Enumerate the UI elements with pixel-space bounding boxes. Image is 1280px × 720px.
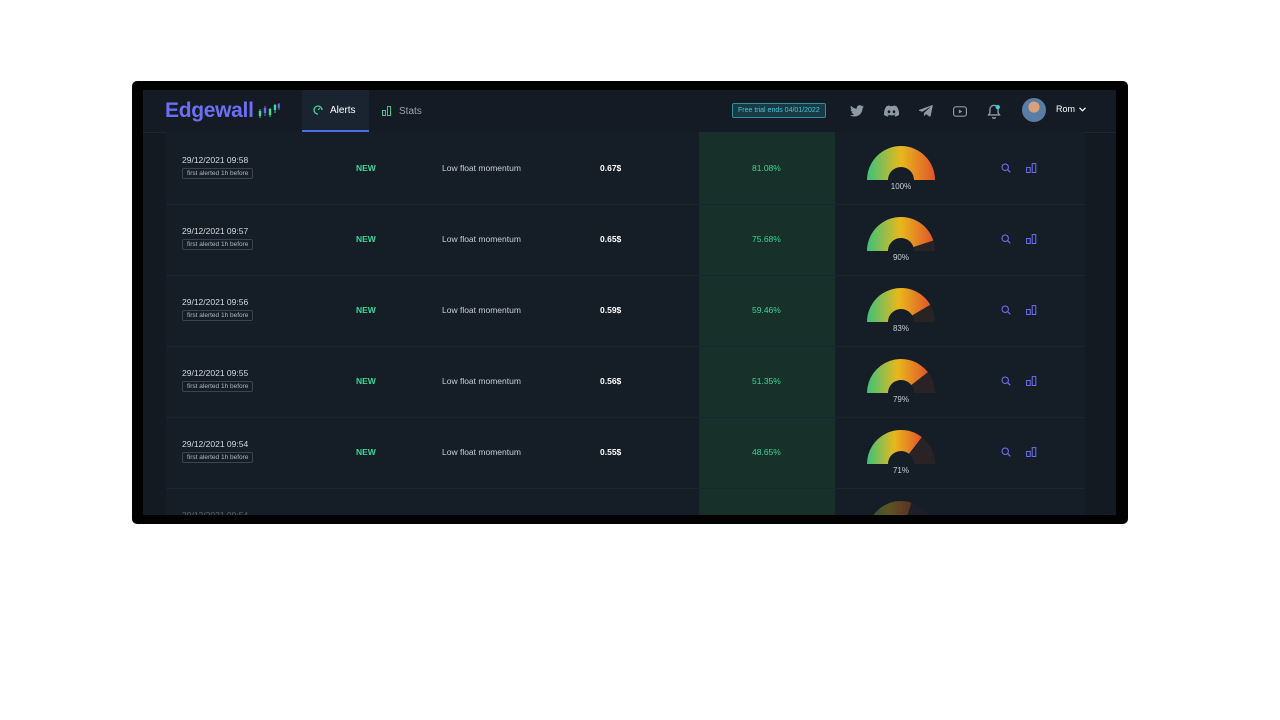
alert-change: 48.65% bbox=[752, 447, 781, 457]
alert-time: 29/12/2021 09:56 bbox=[182, 297, 249, 307]
alert-row[interactable]: 29/12/2021 09:54 bbox=[166, 488, 1085, 515]
alert-strategy: Low float momentum bbox=[442, 163, 521, 173]
first-alerted-badge: first alerted 1h before bbox=[182, 239, 254, 250]
tab-alerts-label: Alerts bbox=[330, 104, 356, 116]
alert-change: 81.08% bbox=[752, 163, 781, 173]
alert-change: 51.35% bbox=[752, 376, 781, 386]
gauge-value-label: 71% bbox=[892, 466, 909, 475]
alert-price: 0.65$ bbox=[600, 234, 622, 244]
alert-change: 75.68% bbox=[752, 234, 781, 244]
gauge-value-label: 100% bbox=[890, 182, 912, 191]
user-menu[interactable]: Rom bbox=[1056, 104, 1086, 114]
alert-strategy: Low float momentum bbox=[442, 305, 521, 315]
score-gauge bbox=[873, 501, 929, 515]
logo[interactable]: Edgewall bbox=[165, 96, 280, 126]
trial-badge[interactable]: Free trial ends 04/01/2022 bbox=[732, 103, 826, 118]
twitter-icon[interactable] bbox=[849, 103, 865, 119]
alert-status: NEW bbox=[356, 447, 376, 457]
alert-time: 29/12/2021 09:57 bbox=[182, 226, 249, 236]
tab-alerts[interactable]: Alerts bbox=[302, 90, 369, 132]
search-icon[interactable] bbox=[1000, 162, 1012, 174]
alert-change: 59.46% bbox=[752, 305, 781, 315]
score-gauge bbox=[867, 429, 935, 464]
score-gauge bbox=[867, 287, 935, 322]
logo-text: Edgewall bbox=[165, 99, 254, 122]
alert-strategy: Low float momentum bbox=[442, 234, 521, 244]
bar-chart-icon[interactable] bbox=[1025, 162, 1037, 174]
first-alerted-badge: first alerted 1h before bbox=[182, 310, 254, 321]
alert-row[interactable]: 29/12/2021 09:58 first alerted 1h before N… bbox=[166, 133, 1085, 205]
discord-icon[interactable] bbox=[883, 103, 899, 119]
youtube-icon[interactable] bbox=[952, 103, 968, 119]
search-icon[interactable] bbox=[1000, 375, 1012, 387]
bar-chart-icon[interactable] bbox=[1025, 446, 1037, 458]
alert-strategy: Low float momentum bbox=[442, 447, 521, 457]
score-gauge bbox=[867, 146, 935, 180]
score-gauge bbox=[867, 358, 935, 393]
alert-time: 29/12/2021 09:54 bbox=[182, 439, 249, 449]
alert-status: NEW bbox=[356, 305, 376, 315]
alert-strategy: Low float momentum bbox=[442, 376, 521, 386]
top-navigation-bar: Edgewall Alerts Stats Free trial ends 04… bbox=[143, 90, 1116, 133]
alerts-table: 29/12/2021 09:58 first alerted 1h before N… bbox=[166, 132, 1085, 515]
first-alerted-badge: first alerted 1h before bbox=[182, 168, 254, 179]
alert-price: 0.56$ bbox=[600, 376, 622, 386]
alert-price: 0.55$ bbox=[600, 447, 622, 457]
alert-time: 29/12/2021 09:55 bbox=[182, 368, 249, 378]
telegram-icon[interactable] bbox=[918, 103, 934, 119]
alert-price: 0.67$ bbox=[600, 163, 622, 173]
alert-status: NEW bbox=[356, 163, 376, 173]
alert-row[interactable]: 29/12/2021 09:54 first alerted 1h before N… bbox=[166, 417, 1085, 489]
app-screen: Edgewall Alerts Stats Free trial ends 04… bbox=[143, 90, 1116, 515]
alert-row[interactable]: 29/12/2021 09:56 first alerted 1h before N… bbox=[166, 275, 1085, 347]
tab-stats[interactable]: Stats bbox=[381, 90, 442, 132]
first-alerted-badge: first alerted 1h before bbox=[182, 381, 254, 392]
gauge-value-label: 79% bbox=[892, 395, 909, 404]
bar-chart-icon[interactable] bbox=[1025, 375, 1037, 387]
bar-chart-icon bbox=[382, 106, 391, 116]
search-icon[interactable] bbox=[1000, 446, 1012, 458]
alert-status: NEW bbox=[356, 376, 376, 386]
candlestick-logo-icon bbox=[258, 103, 280, 118]
bell-icon[interactable] bbox=[986, 103, 1002, 119]
alert-time: 29/12/2021 09:54 bbox=[182, 510, 249, 515]
alert-price: 0.59$ bbox=[600, 305, 622, 315]
gauge-value-label: 83% bbox=[892, 324, 909, 333]
alert-time: 29/12/2021 09:58 bbox=[182, 155, 249, 165]
score-gauge bbox=[867, 216, 935, 251]
alert-row[interactable]: 29/12/2021 09:57 first alerted 1h before N… bbox=[166, 204, 1085, 276]
user-name: Rom bbox=[1056, 104, 1076, 114]
tab-stats-label: Stats bbox=[399, 105, 422, 117]
search-icon[interactable] bbox=[1000, 233, 1012, 245]
first-alerted-badge: first alerted 1h before bbox=[182, 452, 254, 463]
alert-status: NEW bbox=[356, 234, 376, 244]
search-icon[interactable] bbox=[1000, 304, 1012, 316]
chevron-down-icon bbox=[1079, 106, 1086, 112]
bar-chart-icon[interactable] bbox=[1025, 304, 1037, 316]
gauge-value-label: 90% bbox=[892, 253, 909, 262]
avatar[interactable] bbox=[1022, 98, 1046, 122]
bar-chart-icon[interactable] bbox=[1025, 233, 1037, 245]
gauge-icon bbox=[313, 105, 323, 115]
alert-row[interactable]: 29/12/2021 09:55 first alerted 1h before N… bbox=[166, 346, 1085, 418]
